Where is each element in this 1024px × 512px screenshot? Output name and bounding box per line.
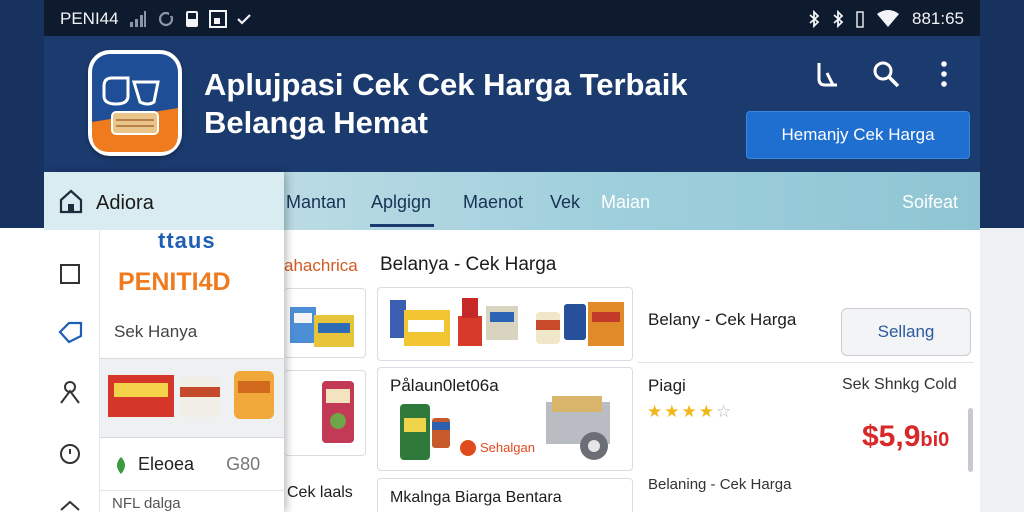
user-icon[interactable] xyxy=(56,378,84,406)
clock: 881:65 xyxy=(912,9,964,28)
active-tab-indicator xyxy=(370,224,434,227)
bluetooth-icon-2 xyxy=(832,10,844,28)
leaf-icon xyxy=(117,456,125,474)
sellang-button[interactable]: Sellang xyxy=(841,308,971,356)
scrollbar[interactable] xyxy=(968,408,973,472)
bottom-label: Belaning - Cek Harga xyxy=(648,476,792,493)
brand-name: PENITI4D xyxy=(118,268,231,296)
more-vert-icon[interactable] xyxy=(926,56,962,92)
product-side-text: Sek Shnkg Cold xyxy=(842,376,957,393)
product-card-1[interactable] xyxy=(377,287,633,361)
product-card-3[interactable]: Mkalnga Biarga Bentara xyxy=(377,478,633,512)
drawer-foot-label: NFL dalga xyxy=(112,495,181,512)
tab-soifeat[interactable]: Soifeat xyxy=(902,192,958,213)
product-image xyxy=(290,307,354,347)
product-card-partial-2[interactable] xyxy=(284,370,366,456)
tab-vek[interactable]: Vek xyxy=(550,192,580,213)
tab-maian[interactable]: Maian xyxy=(601,192,650,213)
tab-aplgign[interactable]: Aplgign xyxy=(371,192,431,213)
card2-title: Pålaun0let06a xyxy=(390,376,499,395)
app-logo xyxy=(88,50,182,156)
drawer-home-label: Adiora xyxy=(96,192,154,214)
drawer-footer-label: Eleoea xyxy=(138,454,195,474)
drawer-footer-row[interactable]: Eleoea G80 xyxy=(112,454,260,475)
drawer-rail xyxy=(44,230,100,512)
app-title: Aplujpasi Cek Cek Harga Terbaik Belanga … xyxy=(204,66,724,142)
divider xyxy=(638,362,974,363)
signal-icon xyxy=(129,10,147,28)
status-bar: PENI44 881:65 xyxy=(44,0,980,36)
screenshot-icon xyxy=(208,10,227,28)
app-title-line2: Belanga Hemat xyxy=(204,105,428,140)
background-right xyxy=(980,228,1024,512)
sync-icon xyxy=(157,10,175,28)
tab-mantan[interactable]: Mantan xyxy=(286,192,346,213)
drawer-footer-value: G80 xyxy=(226,454,261,474)
check-icon xyxy=(236,10,251,28)
promo-image xyxy=(108,371,274,419)
product-card-2[interactable]: Pålaun0let06a Sehalgan xyxy=(377,367,633,471)
home-icon xyxy=(59,189,83,214)
price: $5,9bi0 xyxy=(862,420,949,454)
star-icon: ★ xyxy=(698,402,716,421)
product-card-partial-1[interactable] xyxy=(284,288,366,358)
product-image xyxy=(390,298,624,346)
sim-icon xyxy=(185,10,199,28)
brand-partial: ttaus xyxy=(158,228,216,253)
background-left xyxy=(0,228,44,512)
product-image xyxy=(400,396,610,460)
clock-icon[interactable] xyxy=(56,440,84,468)
product-image xyxy=(322,381,354,443)
drawer-home[interactable]: Adiora xyxy=(44,172,284,230)
more-icon[interactable] xyxy=(56,492,84,512)
wifi-icon xyxy=(876,10,900,28)
square-icon[interactable] xyxy=(56,260,84,288)
filter-icon[interactable] xyxy=(810,56,846,92)
navigation-drawer: Adiora ttaus PENITI4D Sek Hanya Eleoea G… xyxy=(44,172,284,512)
star-empty-icon: ☆ xyxy=(716,402,734,421)
card2-badge: Sehalgan xyxy=(480,440,535,455)
phone-screen: PENI44 881:65 Aplujpasi Cek Cek Harga Te… xyxy=(44,0,980,512)
app-title-line1: Aplujpasi Cek Cek Harga Terbaik xyxy=(204,67,688,102)
card3-title: Mkalnga Biarga Bentara xyxy=(390,489,562,506)
price-value: $5,9 xyxy=(862,420,921,453)
battery-icon xyxy=(856,10,864,28)
rating-stars: ★★★★☆ xyxy=(647,402,733,422)
carrier-label: PENI44 xyxy=(60,9,119,28)
drawer-promo[interactable] xyxy=(100,358,284,438)
product-title: Belany - Cek Harga xyxy=(648,310,797,329)
drawer-foot: NFL dalga xyxy=(100,490,284,512)
star-icon: ★ xyxy=(681,402,699,421)
drawer-subtitle: Sek Hanya xyxy=(114,322,198,341)
section-title: Belanya - Cek Harga xyxy=(380,254,557,275)
search-icon[interactable] xyxy=(868,56,904,92)
star-icon: ★ xyxy=(664,402,682,421)
cut-label: ahachrica xyxy=(284,256,358,275)
star-icon: ★ xyxy=(647,402,665,421)
tab-maenot[interactable]: Maenot xyxy=(463,192,523,213)
bluetooth-icon xyxy=(808,10,820,28)
cek-harga-button[interactable]: Hemanjy Cek Harga xyxy=(746,111,970,159)
side-card-label: Cek laals xyxy=(287,484,353,501)
price-suffix: bi0 xyxy=(920,429,950,451)
app-header: Aplujpasi Cek Cek Harga Terbaik Belanga … xyxy=(44,36,980,172)
product-label: Piagi xyxy=(648,376,686,395)
tag-icon[interactable] xyxy=(56,318,84,346)
